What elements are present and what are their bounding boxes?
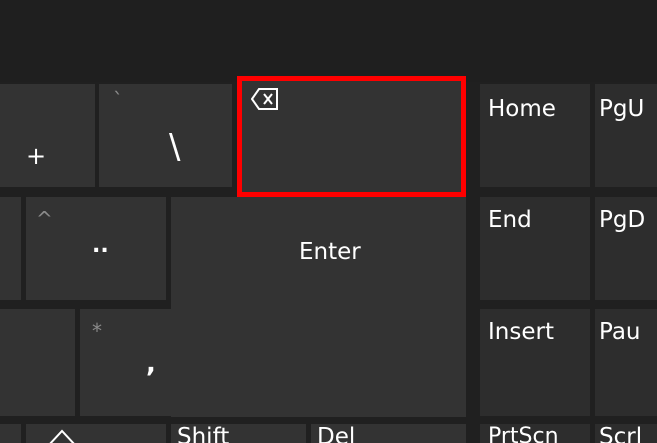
- prtscn-key[interactable]: PrtScn: [480, 424, 590, 443]
- up-arrow-icon: [46, 428, 78, 443]
- up-arrow-key[interactable]: [26, 424, 166, 443]
- del-key[interactable]: Del: [311, 424, 466, 443]
- backslash-key[interactable]: ` \: [99, 84, 232, 187]
- comma-key-secondary: *: [92, 319, 102, 343]
- end-key-label: End: [488, 207, 532, 233]
- home-key-label: Home: [488, 96, 556, 122]
- prtscn-key-label: PrtScn: [488, 424, 559, 443]
- scroll-lock-key-label: Scrl: [599, 424, 643, 443]
- colon-key[interactable]: ^ ..: [26, 197, 166, 300]
- shift-key-label: Shift: [177, 424, 230, 443]
- left-edge-key-row2[interactable]: [0, 197, 21, 300]
- comma-key-label: ,: [146, 349, 156, 379]
- backslash-key-secondary: `: [113, 88, 123, 112]
- shift-key[interactable]: Shift: [171, 424, 306, 443]
- insert-key[interactable]: Insert: [480, 309, 590, 416]
- comma-key[interactable]: * ,: [80, 309, 219, 416]
- end-key[interactable]: End: [480, 197, 590, 300]
- plus-key-label: +: [26, 142, 47, 170]
- page-up-key-label: PgU: [599, 96, 645, 122]
- pause-key-label: Pau: [599, 319, 641, 345]
- backslash-key-label: \: [169, 127, 181, 167]
- pause-key[interactable]: Pau: [595, 309, 657, 416]
- page-down-key[interactable]: PgD: [595, 197, 657, 300]
- left-edge-key-row4[interactable]: [0, 424, 21, 443]
- page-down-key-label: PgD: [599, 207, 646, 233]
- scroll-lock-key[interactable]: Scrl: [595, 424, 657, 443]
- colon-key-label: ..: [92, 233, 109, 258]
- insert-key-label: Insert: [488, 319, 554, 345]
- plus-key[interactable]: +: [0, 84, 95, 187]
- enter-key-label: Enter: [299, 239, 361, 265]
- page-up-key[interactable]: PgU: [595, 84, 657, 187]
- colon-key-secondary: ^: [36, 207, 53, 231]
- home-key[interactable]: Home: [480, 84, 590, 187]
- del-key-label: Del: [317, 424, 356, 443]
- backspace-key[interactable]: [237, 76, 466, 197]
- on-screen-keyboard: + ` \ Home PgU ^ .. Enter End PgD * , In…: [0, 0, 657, 443]
- left-edge-key-row3[interactable]: [0, 309, 75, 416]
- backspace-icon: [250, 88, 279, 114]
- keyboard-title-bar: [0, 0, 657, 82]
